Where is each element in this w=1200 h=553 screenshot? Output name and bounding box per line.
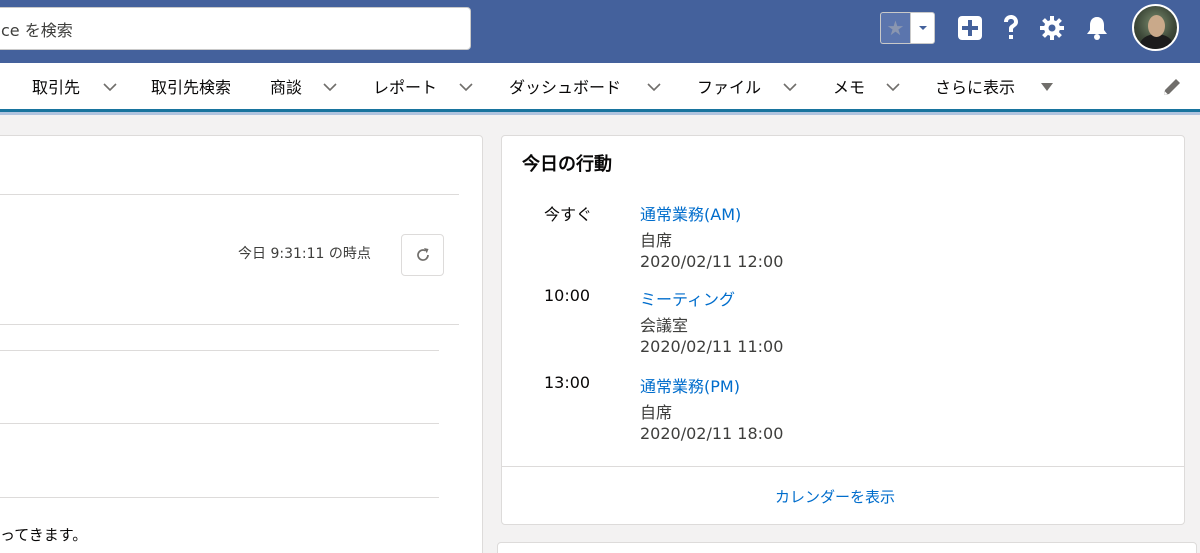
event-subject-link[interactable]: ミーティング [640,286,735,310]
search-input-text: ce を検索 [1,20,73,40]
event-location: 自席 [640,403,673,422]
event-time: 10:00 [544,286,591,305]
event-time: 13:00 [544,373,591,392]
star-icon[interactable]: ★ [880,12,910,44]
chevron-down-icon[interactable] [101,78,119,96]
favorites-control[interactable]: ★ [880,12,935,44]
nav-item-reports[interactable]: レポート [373,63,437,109]
next-card [497,542,1197,553]
view-calendar-link[interactable]: カレンダーを表示 [775,486,895,507]
nav-item-label: 商談 [270,78,303,97]
refresh-icon [416,248,429,261]
nav-item-label: ファイル [697,78,762,97]
chevron-down-icon[interactable] [884,78,902,96]
chevron-down-icon[interactable] [781,78,799,96]
plus-icon[interactable] [956,14,984,42]
help-icon[interactable] [997,14,1025,42]
chevron-down-icon[interactable] [457,78,475,96]
event-time: 今すぐ [544,205,593,224]
nav-item-label: メモ [833,78,866,97]
divider [0,194,459,195]
global-search-input[interactable]: ce を検索 [0,7,471,50]
event-datetime: 2020/02/11 11:00 [640,337,784,356]
nav-item-label: 取引先 [32,78,81,97]
refresh-button[interactable] [401,234,444,276]
app-navigation: 取引先 取引先検索 商談 レポート ダッシュボード ファイル メモ さらに表示 [0,63,1200,112]
nav-item-dashboards[interactable]: ダッシュボード [509,63,621,109]
list-row-divider [0,350,439,351]
nav-item-label: レポート [373,78,438,97]
list-row-divider [0,497,439,498]
card-footer-divider [502,466,1184,467]
nav-item-more[interactable]: さらに表示 [935,63,1015,109]
user-avatar[interactable] [1132,4,1179,51]
nav-item-account-search[interactable]: 取引先検索 [151,63,231,109]
bell-icon[interactable] [1083,14,1111,42]
left-panel-card [0,135,483,553]
list-row-divider [0,423,439,424]
avatar-face [1148,15,1165,37]
nav-item-notes[interactable]: メモ [833,63,865,109]
event-datetime: 2020/02/11 12:00 [640,252,784,271]
nav-item-opportunities[interactable]: 商談 [270,63,302,109]
chevron-down-icon[interactable] [321,78,339,96]
nav-item-label: 取引先検索 [151,78,232,97]
event-subject-link[interactable]: 通常業務(AM) [640,201,741,225]
nav-item-files[interactable]: ファイル [697,63,761,109]
divider [0,324,459,325]
triangle-down-icon[interactable] [1040,81,1054,93]
event-location: 自席 [640,231,673,250]
nav-item-label: さらに表示 [935,78,1016,97]
pencil-icon[interactable] [1161,76,1183,98]
event-datetime: 2020/02/11 18:00 [640,424,784,443]
nav-item-label: ダッシュボード [509,78,622,97]
event-subject-link[interactable]: 通常業務(PM) [640,373,740,397]
nav-item-accounts[interactable]: 取引先 [32,63,80,109]
as-of-timestamp: 今日 9:31:11 の時点 [238,246,371,262]
caret-down-icon[interactable] [910,12,935,44]
left-panel-footer-text: ってきます。 [0,526,88,544]
card-title: 今日の行動 [522,154,612,175]
event-location: 会議室 [640,316,689,335]
gear-icon[interactable] [1038,14,1066,42]
chevron-down-icon[interactable] [645,78,663,96]
global-header: ce を検索 ★ [0,0,1200,63]
